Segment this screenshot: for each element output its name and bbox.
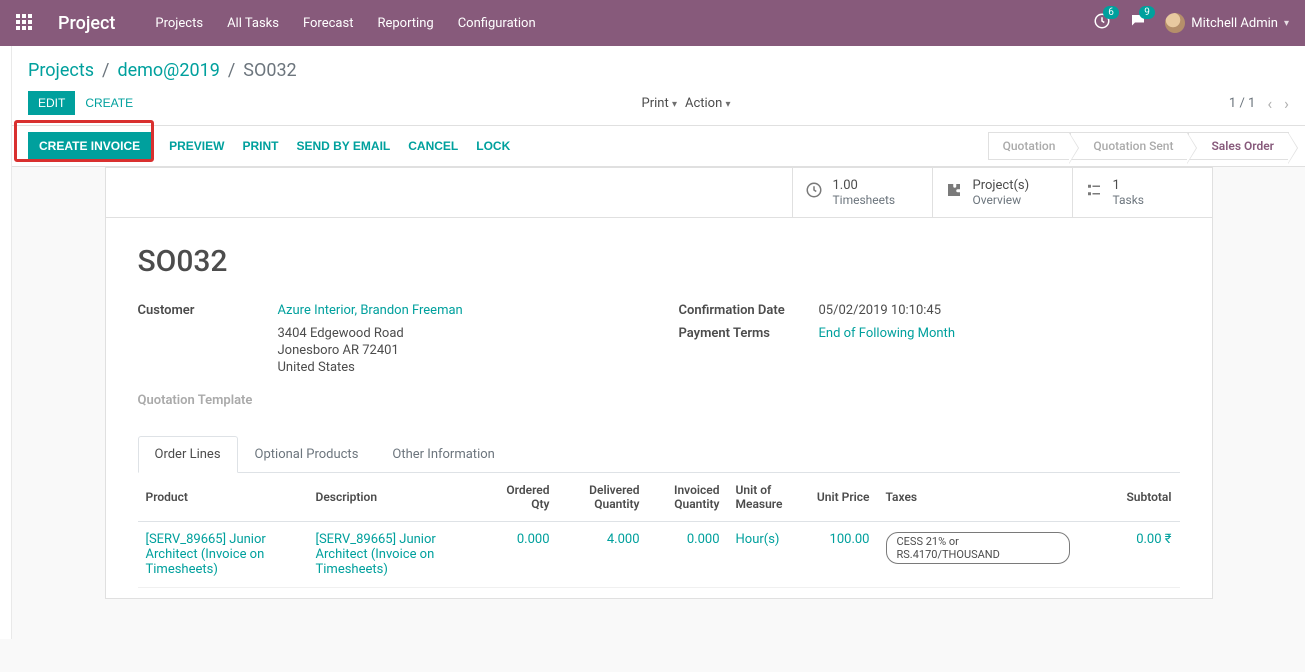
page-title: SO032 xyxy=(138,244,1180,279)
apps-icon[interactable] xyxy=(16,14,34,32)
cell-ordered: 0.000 xyxy=(517,532,550,547)
form-sheet: 1.00Timesheets Project(s)Overview 1Tasks… xyxy=(105,167,1213,599)
th-unit-price[interactable]: Unit Price xyxy=(798,473,878,522)
left-gutter xyxy=(0,46,12,639)
topbar: Project Projects All Tasks Forecast Repo… xyxy=(0,0,1305,46)
discuss-icon[interactable]: 9 xyxy=(1129,12,1147,34)
nav-forecast[interactable]: Forecast xyxy=(303,16,353,31)
create-button[interactable]: Create xyxy=(75,91,143,115)
tab-optional-products[interactable]: Optional Products xyxy=(238,436,376,473)
customer-value[interactable]: Azure Interior, Brandon Freeman xyxy=(278,303,463,318)
th-subtotal[interactable]: Subtotal xyxy=(1078,473,1180,522)
action-dropdown[interactable]: Action ▾ xyxy=(685,96,731,111)
cell-description[interactable]: [SERV_89665] Junior Architect (Invoice o… xyxy=(316,532,436,577)
puzzle-icon xyxy=(945,181,963,204)
cell-uom: Hour(s) xyxy=(736,532,780,547)
th-taxes[interactable]: Taxes xyxy=(878,473,1078,522)
pager-next[interactable]: › xyxy=(1284,94,1289,113)
print-button[interactable]: Print xyxy=(242,139,278,153)
status-quotation-sent[interactable]: Quotation Sent xyxy=(1070,132,1188,160)
address-line1: 3404 Edgewood Road xyxy=(278,326,639,341)
th-description[interactable]: Description xyxy=(308,473,488,522)
tab-other-information[interactable]: Other Information xyxy=(375,436,511,473)
preview-button[interactable]: Preview xyxy=(169,139,224,153)
avatar xyxy=(1165,13,1185,33)
nav-all-tasks[interactable]: All Tasks xyxy=(227,16,279,31)
th-ordered-qty[interactable]: Ordered Qty xyxy=(488,473,558,522)
th-product[interactable]: Product xyxy=(138,473,308,522)
lock-button[interactable]: Lock xyxy=(476,139,510,153)
breadcrumb-current: SO032 xyxy=(243,60,296,81)
user-menu[interactable]: Mitchell Admin ▾ xyxy=(1165,13,1289,33)
breadcrumb-demo2019[interactable]: demo@2019 xyxy=(117,60,219,81)
pager: 1 / 1 ‹ › xyxy=(1229,94,1289,113)
chevron-down-icon: ▾ xyxy=(1284,18,1289,29)
tab-order-lines[interactable]: Order Lines xyxy=(138,436,238,473)
pager-prev[interactable]: ‹ xyxy=(1267,94,1272,113)
activity-badge: 6 xyxy=(1103,6,1119,19)
tabs: Order Lines Optional Products Other Info… xyxy=(138,436,1180,473)
cell-delivered: 4.000 xyxy=(607,532,640,547)
th-delivered-qty[interactable]: Delivered Quantity xyxy=(558,473,648,522)
cell-invoiced: 0.000 xyxy=(687,532,720,547)
edit-button[interactable]: Edit xyxy=(28,91,75,115)
th-invoiced-qty[interactable]: Invoiced Quantity xyxy=(648,473,728,522)
clock-icon xyxy=(805,181,823,204)
customer-label: Customer xyxy=(138,303,278,318)
nav-configuration[interactable]: Configuration xyxy=(458,16,536,31)
nav-projects[interactable]: Projects xyxy=(155,16,203,31)
stat-projects[interactable]: Project(s)Overview xyxy=(932,168,1072,217)
status-sales-order[interactable]: Sales Order xyxy=(1188,132,1289,160)
cell-subtotal: 0.00 ₹ xyxy=(1136,532,1171,547)
stat-tasks[interactable]: 1Tasks xyxy=(1072,168,1212,217)
order-lines-table: Product Description Ordered Qty Delivere… xyxy=(138,473,1180,588)
cell-product[interactable]: [SERV_89665] Junior Architect (Invoice o… xyxy=(146,532,266,577)
stat-timesheets[interactable]: 1.00Timesheets xyxy=(792,168,932,217)
breadcrumb: Projects / demo@2019 / SO032 xyxy=(28,60,1289,81)
payment-terms-value[interactable]: End of Following Month xyxy=(819,326,955,341)
pager-count: 1 / 1 xyxy=(1229,96,1255,111)
control-panel: Projects / demo@2019 / SO032 Edit Create… xyxy=(12,46,1305,126)
activity-icon[interactable]: 6 xyxy=(1093,12,1111,34)
confirmation-date-label: Confirmation Date xyxy=(679,303,819,318)
th-uom[interactable]: Unit of Measure xyxy=(728,473,798,522)
address-line2: Jonesboro AR 72401 xyxy=(278,343,639,358)
cell-price: 100.00 xyxy=(830,532,870,547)
send-email-button[interactable]: Send by Email xyxy=(296,139,390,153)
tasks-icon xyxy=(1085,181,1103,204)
main-nav: Projects All Tasks Forecast Reporting Co… xyxy=(155,16,1093,31)
cancel-button[interactable]: Cancel xyxy=(408,139,458,153)
address-line3: United States xyxy=(278,360,639,375)
quotation-template-label: Quotation Template xyxy=(138,393,639,408)
nav-reporting[interactable]: Reporting xyxy=(377,16,433,31)
breadcrumb-projects[interactable]: Projects xyxy=(28,60,94,81)
tax-pill[interactable]: CESS 21% or RS.4170/THOUSAND xyxy=(886,532,1070,564)
discuss-badge: 9 xyxy=(1139,6,1155,19)
statusbar: Create Invoice Preview Print Send by Ema… xyxy=(12,126,1305,167)
app-brand: Project xyxy=(58,13,115,34)
table-row[interactable]: [SERV_89665] Junior Architect (Invoice o… xyxy=(138,522,1180,588)
status-quotation[interactable]: Quotation xyxy=(988,132,1071,160)
print-dropdown[interactable]: Print ▾ xyxy=(642,96,677,111)
payment-terms-label: Payment Terms xyxy=(679,326,819,341)
user-name: Mitchell Admin xyxy=(1191,16,1278,31)
create-invoice-button[interactable]: Create Invoice xyxy=(28,132,151,160)
confirmation-date-value: 05/02/2019 10:10:45 xyxy=(819,303,942,318)
